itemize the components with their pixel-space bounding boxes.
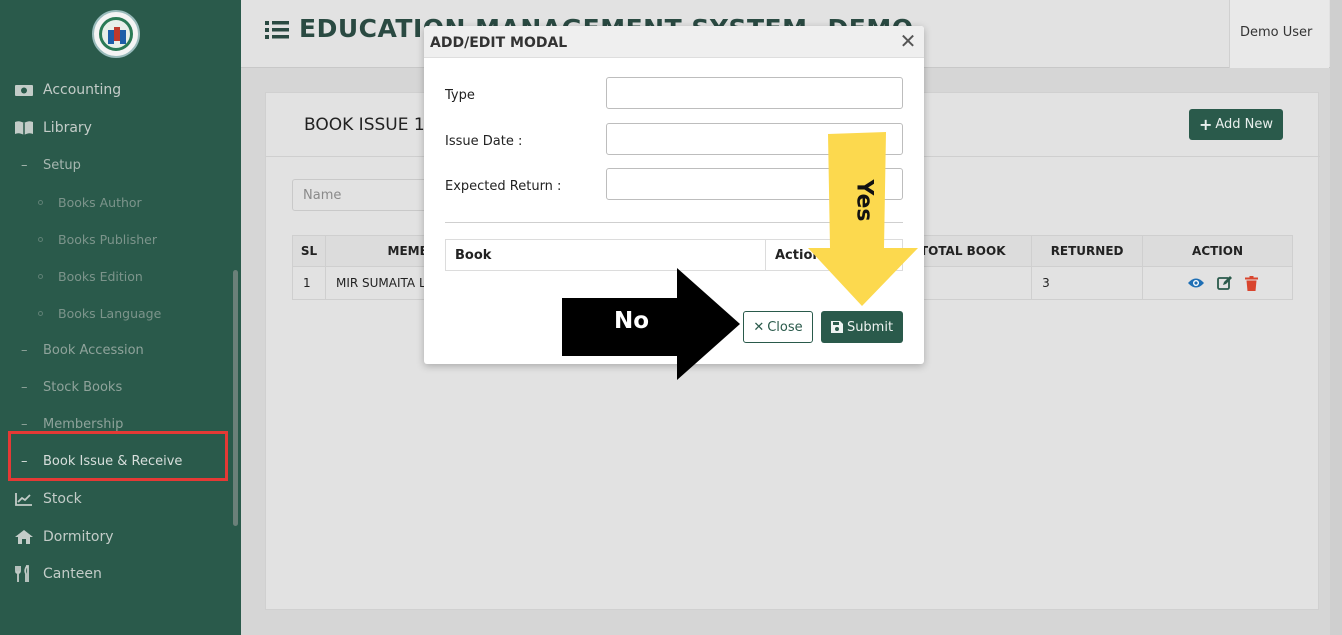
dash-icon: –: [21, 342, 28, 358]
sidebar-item-books-publisher[interactable]: Books Publisher: [0, 224, 241, 254]
sidebar-scrollbar[interactable]: [233, 270, 238, 526]
column-header: ACTION: [1142, 235, 1293, 267]
sidebar-item-label: Books Edition: [58, 268, 143, 284]
logo-emblem: [99, 17, 133, 51]
sidebar-item-label: Setup: [43, 157, 81, 173]
row-sl: 1: [292, 266, 326, 300]
no-arrow-annotation: [562, 268, 740, 380]
page-scrollbar[interactable]: [1330, 0, 1342, 635]
sidebar-item-label: Books Publisher: [58, 231, 157, 247]
column-header: SL: [292, 235, 326, 267]
sidebar-item-accounting[interactable]: Accounting: [0, 73, 241, 107]
sidebar-item-label: Membership: [43, 416, 124, 432]
sidebar-item-label: Books Language: [58, 305, 162, 321]
sidebar-item-label: Book Accession: [43, 342, 144, 358]
no-label: No: [614, 308, 650, 334]
column-header: Book: [445, 239, 766, 271]
sidebar-item-label: Dormitory: [43, 529, 114, 545]
sidebar-item-canteen[interactable]: Canteen: [0, 557, 241, 591]
sidebar-item-label: Stock Books: [43, 379, 123, 395]
dash-icon: –: [21, 379, 28, 395]
sidebar-item-books-edition[interactable]: Books Edition: [0, 261, 241, 291]
trash-icon[interactable]: [1245, 275, 1259, 291]
home-icon: [14, 528, 34, 546]
user-menu[interactable]: Demo User: [1229, 0, 1329, 68]
edit-icon[interactable]: [1217, 275, 1233, 291]
circle-icon: [38, 199, 43, 205]
sidebar-item-books-language[interactable]: Books Language: [0, 298, 241, 328]
sidebar-item-library[interactable]: Library: [0, 111, 241, 145]
close-button-label: Close: [767, 319, 803, 335]
sidebar-item-setup[interactable]: – Setup: [0, 150, 241, 180]
book-icon: [14, 119, 34, 137]
circle-icon: [38, 310, 43, 316]
dash-icon: –: [21, 157, 28, 173]
submit-button-label: Submit: [846, 319, 894, 335]
sidebar-item-label: Library: [43, 120, 92, 136]
eye-icon[interactable]: [1187, 276, 1205, 290]
expected-return-label: Expected Return :: [445, 179, 562, 194]
sidebar-item-label: Accounting: [43, 82, 122, 98]
money-icon: [14, 81, 34, 99]
modal-title: ADD/EDIT MODAL: [430, 35, 568, 51]
circle-icon: [38, 236, 43, 242]
sidebar-item-stock-books[interactable]: – Stock Books: [0, 372, 241, 402]
sidebar: Accounting Library – Setup Books Author …: [0, 0, 241, 635]
type-input[interactable]: [606, 77, 903, 109]
save-icon: [830, 321, 843, 333]
type-label: Type: [445, 88, 475, 103]
logo: [92, 10, 140, 58]
name-filter-input[interactable]: Name: [292, 179, 432, 211]
add-new-label: Add New: [1215, 117, 1274, 132]
x-icon: ✕: [753, 319, 765, 335]
row-actions: [1142, 266, 1293, 300]
highlight-annotation: [8, 431, 228, 481]
yes-label: Yes: [851, 179, 877, 222]
close-icon[interactable]: ✕: [897, 29, 919, 53]
utensils-icon: [14, 565, 34, 583]
sidebar-item-label: Canteen: [43, 566, 102, 582]
page-title: BOOK ISSUE 15: [304, 115, 436, 135]
add-new-button[interactable]: + Add New: [1189, 109, 1283, 140]
dash-icon: –: [21, 416, 28, 432]
filter-placeholder: Name: [303, 187, 342, 203]
sidebar-item-book-accession[interactable]: – Book Accession: [0, 335, 241, 365]
submit-button[interactable]: Submit: [821, 311, 903, 343]
row-returned: 3: [1031, 266, 1144, 300]
menu-icon[interactable]: [265, 20, 289, 40]
sidebar-item-label: Stock: [43, 491, 82, 507]
sidebar-item-stock[interactable]: Stock: [0, 482, 241, 516]
chart-icon: [14, 490, 34, 508]
issue-date-label: Issue Date :: [445, 134, 523, 149]
column-header: RETURNED: [1031, 235, 1144, 267]
user-name: Demo User: [1240, 25, 1313, 40]
modal-header: ADD/EDIT MODAL ✕: [424, 26, 924, 58]
plus-icon: +: [1198, 115, 1213, 134]
sidebar-item-dormitory[interactable]: Dormitory: [0, 520, 241, 554]
sidebar-item-books-author[interactable]: Books Author: [0, 187, 241, 217]
sidebar-item-label: Books Author: [58, 194, 142, 210]
close-button[interactable]: ✕ Close: [743, 311, 813, 343]
circle-icon: [38, 273, 43, 279]
